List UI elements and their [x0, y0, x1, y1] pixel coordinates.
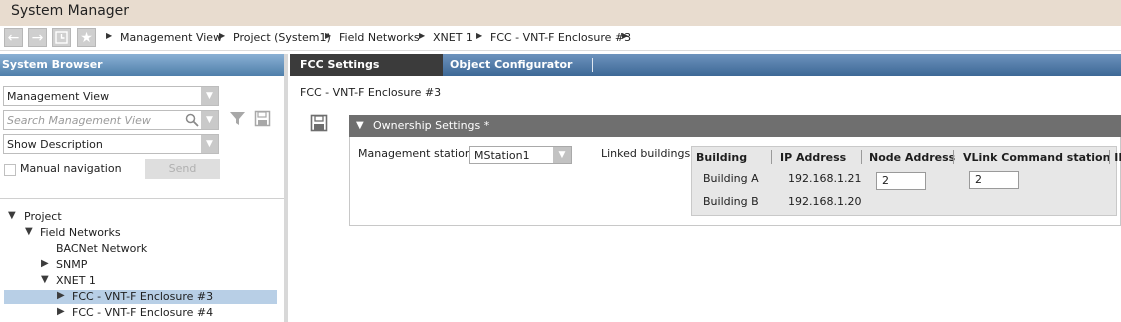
expand-down-icon[interactable]: ▼: [25, 226, 33, 237]
divider: [0, 198, 284, 199]
chevron-right-icon: ▶: [219, 31, 226, 40]
management-station-select[interactable]: MStation1 ▼: [469, 146, 572, 164]
chevron-down-icon[interactable]: ▼: [553, 147, 571, 163]
view-select-value: Management View: [7, 90, 110, 103]
favorites-star-icon[interactable]: ★: [77, 28, 96, 47]
column-divider[interactable]: [771, 150, 772, 164]
save-filter-icon[interactable]: [254, 110, 271, 130]
section-title: Ownership Settings *: [373, 119, 490, 132]
chevron-down-icon[interactable]: ▼: [201, 111, 218, 129]
breadcrumb-item[interactable]: Field Networks: [339, 31, 420, 44]
management-station-value: MStation1: [474, 149, 530, 162]
breadcrumb-item[interactable]: Management View: [120, 31, 222, 44]
tab-fcc-settings[interactable]: FCC Settings: [290, 54, 443, 76]
column-header-building[interactable]: Building: [696, 151, 747, 164]
tree-item-xnet-1[interactable]: XNET 1: [56, 274, 96, 287]
column-header-node-address[interactable]: Node Address: [869, 151, 955, 164]
chevron-right-icon[interactable]: ▶: [622, 31, 628, 40]
column-header-vlink-command-station-id[interactable]: VLink Command station ID: [963, 151, 1121, 164]
chevron-down-icon[interactable]: ▼: [201, 135, 218, 153]
view-select[interactable]: Management View ▼: [3, 86, 219, 106]
column-header-ip-address[interactable]: IP Address: [780, 151, 846, 164]
table-cell-building: Building A: [703, 172, 759, 185]
chevron-down-icon[interactable]: ▼: [201, 87, 218, 105]
tree-item-project[interactable]: Project: [24, 210, 62, 223]
description-select-value: Show Description: [7, 138, 103, 151]
back-arrow-icon[interactable]: ←: [4, 28, 23, 47]
node-address-input[interactable]: 2: [876, 172, 926, 190]
object-title: FCC - VNT-F Enclosure #3: [300, 86, 442, 99]
system-browser-header: System Browser: [0, 54, 284, 76]
history-icon[interactable]: [52, 28, 71, 47]
table-cell-ip-address: 192.168.1.20: [788, 195, 862, 208]
tree-item-bacnet-network[interactable]: BACNet Network: [56, 242, 147, 255]
save-icon[interactable]: [310, 114, 328, 135]
search-input[interactable]: Search Management View ▼: [3, 110, 219, 130]
breadcrumb-item[interactable]: XNET 1: [433, 31, 473, 44]
column-divider[interactable]: [953, 150, 954, 164]
management-station-label: Management station:: [358, 147, 476, 160]
search-placeholder: Search Management View: [7, 114, 151, 127]
send-button[interactable]: Send: [145, 159, 220, 179]
chevron-right-icon: ▶: [476, 31, 483, 40]
expand-right-icon[interactable]: ▶: [57, 306, 65, 317]
expand-right-icon[interactable]: ▶: [41, 258, 49, 269]
tree-item-snmp[interactable]: SNMP: [56, 258, 87, 271]
tree-item-enclosure-4[interactable]: FCC - VNT-F Enclosure #4: [72, 306, 213, 319]
column-divider[interactable]: [861, 150, 862, 164]
chevron-right-icon: ▶: [106, 31, 113, 40]
linked-buildings-label: Linked buildings:: [601, 147, 694, 160]
expand-right-icon[interactable]: ▶: [57, 290, 65, 301]
collapse-icon[interactable]: ▼: [356, 115, 364, 137]
chevron-right-icon: ▶: [419, 31, 426, 40]
expand-down-icon[interactable]: ▼: [41, 274, 49, 285]
tree-item-field-networks[interactable]: Field Networks: [40, 226, 121, 239]
tab-separator: [592, 58, 593, 72]
tree-item-enclosure-3[interactable]: FCC - VNT-F Enclosure #3: [72, 290, 213, 303]
table-cell-building: Building B: [703, 195, 759, 208]
search-icon[interactable]: [185, 113, 199, 130]
vlink-command-station-id-input[interactable]: 2: [969, 171, 1019, 189]
table-cell-ip-address: 192.168.1.21: [788, 172, 862, 185]
title-bar: System Manager: [0, 0, 1121, 26]
app-title: System Manager: [11, 3, 130, 19]
manual-navigation-label: Manual navigation: [20, 162, 122, 175]
column-divider[interactable]: [1109, 150, 1110, 164]
tab-object-configurator[interactable]: Object Configurator: [450, 54, 590, 76]
manual-navigation-checkbox[interactable]: [4, 164, 16, 176]
navigation-bar: ← → ★ ▶ Management View ▶ Project (Syste…: [0, 26, 1121, 51]
ownership-settings-header[interactable]: ▼ Ownership Settings *: [349, 115, 1121, 137]
chevron-right-icon: ▶: [325, 31, 332, 40]
breadcrumb-item[interactable]: Project (System1): [233, 31, 331, 44]
description-select[interactable]: Show Description ▼: [3, 134, 219, 154]
tab-bar: FCC Settings Object Configurator: [290, 54, 1121, 76]
filter-icon[interactable]: [229, 110, 246, 130]
expand-down-icon[interactable]: ▼: [8, 210, 16, 221]
panel-splitter[interactable]: [284, 54, 288, 322]
breadcrumb-item[interactable]: FCC - VNT-F Enclosure #3: [490, 31, 631, 44]
forward-arrow-icon[interactable]: →: [28, 28, 47, 47]
